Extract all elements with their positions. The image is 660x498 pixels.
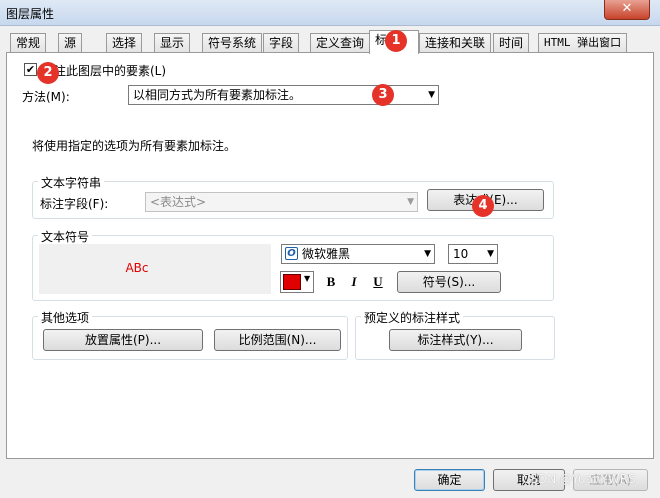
chevron-down-icon: ▼ <box>428 90 435 100</box>
label-field-dropdown[interactable]: <表达式> ▼ <box>145 192 418 212</box>
font-dropdown[interactable]: O 微软雅黑 ▼ <box>281 244 435 264</box>
text-string-group-title: 文本字符串 <box>38 174 105 191</box>
chevron-down-icon: ▼ <box>304 274 311 283</box>
text-preview-sample: ABc <box>125 261 149 275</box>
tab-display[interactable]: 显示 <box>154 33 191 53</box>
watermark: CSDN @YuanYWRS <box>522 472 636 486</box>
tab-definition-query[interactable]: 定义查询 <box>310 33 371 53</box>
text-symbol-group-title: 文本符号 <box>38 228 93 245</box>
annotation-badge-4: 4 <box>472 195 494 217</box>
tab-symbology[interactable]: 符号系统 <box>202 33 263 53</box>
font-size-value: 10 <box>453 247 469 261</box>
font-size-dropdown[interactable]: 10 ▼ <box>448 244 498 264</box>
color-picker[interactable]: ▼ <box>280 271 314 293</box>
ok-button[interactable]: 确定 <box>414 469 485 491</box>
underline-button[interactable]: U <box>371 274 385 290</box>
tab-html-popup[interactable]: HTML 弹出窗口 <box>538 33 628 53</box>
opentype-font-icon: O <box>285 247 298 260</box>
title-bar <box>0 0 660 26</box>
tab-source[interactable]: 源 <box>58 33 83 53</box>
tab-fields[interactable]: 字段 <box>263 33 300 53</box>
method-value: 以相同方式为所有要素加标注。 <box>133 88 302 102</box>
tab-time[interactable]: 时间 <box>493 33 530 53</box>
font-name: 微软雅黑 <box>302 247 351 261</box>
symbol-button[interactable]: 符号(S)... <box>397 271 501 293</box>
label-features-checkbox[interactable]: ✔ <box>24 63 37 76</box>
italic-button[interactable]: I <box>347 274 361 290</box>
scale-range-button[interactable]: 比例范围(N)... <box>214 329 341 351</box>
chevron-down-icon: ▼ <box>487 249 494 259</box>
color-swatch <box>283 274 301 290</box>
tab-selection[interactable]: 选择 <box>106 33 143 53</box>
other-options-group-title: 其他选项 <box>38 309 93 326</box>
close-button[interactable]: ✕ <box>604 0 650 20</box>
label-styles-button[interactable]: 标注样式(Y)... <box>389 329 522 351</box>
annotation-badge-3: 3 <box>372 84 394 106</box>
tab-general[interactable]: 常规 <box>10 33 47 53</box>
window-title: 图层属性 <box>6 7 55 21</box>
annotation-badge-2: 2 <box>37 62 59 84</box>
bold-button[interactable]: B <box>324 274 338 290</box>
placement-properties-button[interactable]: 放置属性(P)... <box>43 329 203 351</box>
predefined-styles-group-title: 预定义的标注样式 <box>361 309 464 326</box>
chevron-down-icon: ▼ <box>424 249 431 259</box>
label-field-label: 标注字段(F): <box>40 197 109 211</box>
text-preview-box: ABc <box>39 244 271 294</box>
method-label: 方法(M): <box>22 90 70 104</box>
info-text: 将使用指定的选项为所有要素加标注。 <box>32 139 237 153</box>
label-field-value: <表达式> <box>150 195 207 209</box>
label-features-checkbox-label: 标注此图层中的要素(L) <box>42 64 167 78</box>
annotation-badge-1: 1 <box>385 30 407 52</box>
tab-joins-relates[interactable]: 连接和关联 <box>419 33 492 53</box>
chevron-down-icon: ▼ <box>407 197 414 207</box>
